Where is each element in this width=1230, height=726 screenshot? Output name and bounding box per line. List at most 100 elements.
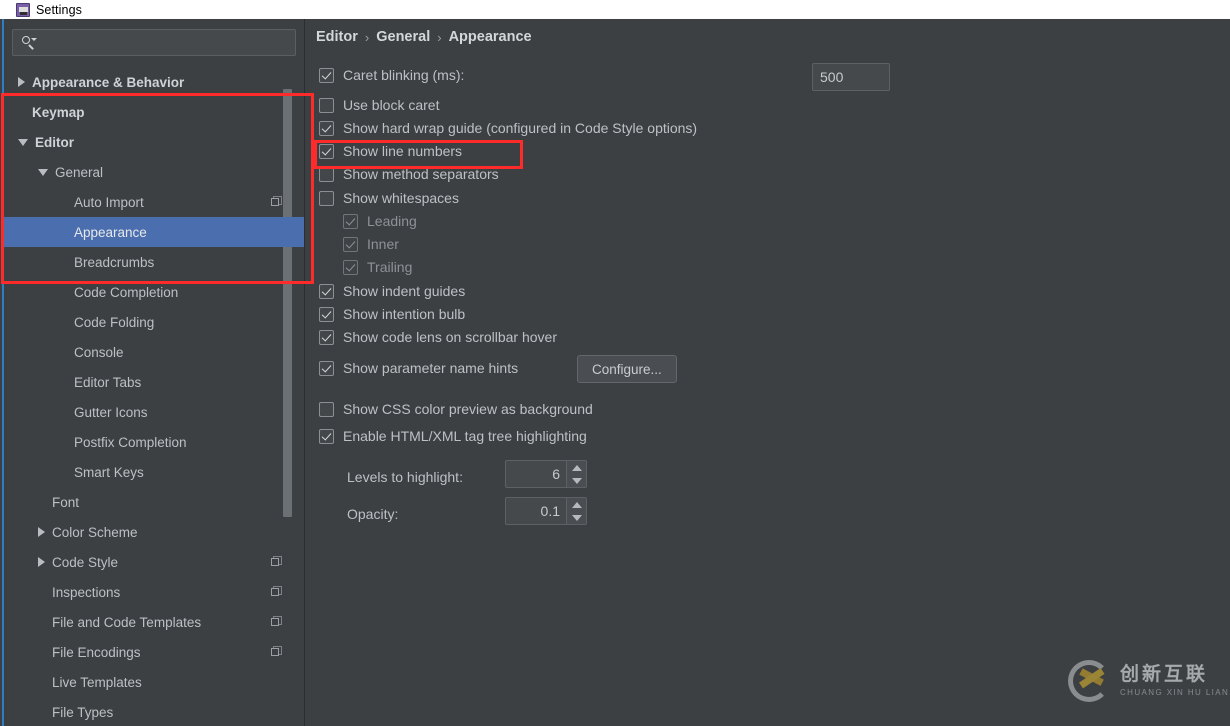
settings-tree: Appearance & Behavior Keymap Editor General… [4,67,304,726]
chevron-down-icon[interactable] [18,138,28,146]
show-css-color-preview-checkbox[interactable] [319,401,334,417]
chevron-right-icon[interactable] [38,557,45,567]
option-use-block-caret[interactable]: Use block caret [319,97,439,113]
show-line-numbers-label: Show line numbers [343,143,463,159]
sidebar-item-label: Smart Keys [74,464,144,480]
caret-blinking-input[interactable] [812,63,890,91]
sidebar-item-label: Appearance & Behavior [32,74,185,90]
option-show-parameter-name-hints[interactable]: Show parameter name hints [319,360,518,376]
chevron-right-icon[interactable] [18,77,25,87]
sidebar-item-label: General [55,164,104,180]
inner-label: Inner [367,236,399,252]
sidebar-item-label: Postfix Completion [74,434,187,450]
sidebar-item-editor[interactable]: Editor [4,127,304,157]
option-show-indent-guides[interactable]: Show indent guides [319,283,465,299]
trailing-checkbox[interactable] [343,259,358,275]
chevron-down-icon[interactable] [38,168,48,176]
enable-tag-tree-highlighting-label: Enable HTML/XML tag tree highlighting [343,428,587,444]
watermark-pinyin-text: CHUANG XIN HU LIAN [1120,687,1230,697]
show-hard-wrap-guide-checkbox[interactable] [319,120,334,136]
breadcrumb-item[interactable]: Editor [316,29,358,45]
option-show-code-lens[interactable]: Show code lens on scrollbar hover [319,329,557,345]
sidebar-item-code-style[interactable]: Code Style [4,547,304,577]
levels-to-highlight-label: Levels to highlight: [347,469,463,485]
caret-blinking-checkbox[interactable] [319,67,334,83]
option-show-intention-bulb[interactable]: Show intention bulb [319,306,465,322]
option-show-css-color-preview[interactable]: Show CSS color preview as background [319,401,593,417]
levels-to-highlight-input[interactable] [506,461,566,487]
opacity-spinner-up-icon[interactable] [567,498,586,511]
sidebar-item-code-folding[interactable]: Code Folding [4,307,304,337]
sidebar-item-gutter-icons[interactable]: Gutter Icons [4,397,304,427]
levels-spinner-buttons [566,461,586,487]
levels-to-highlight-spinner[interactable] [505,460,587,488]
sidebar-item-font[interactable]: Font [4,487,304,517]
sidebar-item-breadcrumbs[interactable]: Breadcrumbs [4,247,304,277]
appearance-settings-panel: Editor › General › Appearance Caret blinking… [305,19,1230,726]
show-hard-wrap-guide-label: Show hard wrap guide (configured in Code… [343,120,698,136]
option-show-line-numbers[interactable]: Show line numbers [319,143,462,159]
breadcrumb-item[interactable]: Appearance [449,29,532,45]
sidebar-item-appearance-behavior[interactable]: Appearance & Behavior [4,67,304,97]
copy-settings-icon [271,196,282,207]
option-trailing[interactable]: Trailing [343,259,412,275]
search-icon[interactable] [21,35,37,51]
show-method-separators-checkbox[interactable] [319,166,334,182]
levels-spinner-up-icon[interactable] [567,461,586,474]
enable-tag-tree-highlighting-checkbox[interactable] [319,428,334,444]
breadcrumb: Editor › General › Appearance [316,29,532,45]
use-block-caret-checkbox[interactable] [319,97,334,113]
breadcrumb-item[interactable]: General [376,29,430,45]
copy-settings-icon [271,556,282,567]
sidebar-item-inspections[interactable]: Inspections [4,577,304,607]
opacity-label: Opacity: [347,506,399,522]
sidebar-item-file-types[interactable]: File Types [4,697,304,726]
sidebar-item-smart-keys[interactable]: Smart Keys [4,457,304,487]
window-title: Settings [36,2,82,17]
option-show-method-separators[interactable]: Show method separators [319,166,499,182]
inner-checkbox[interactable] [343,236,358,252]
sidebar-item-color-scheme[interactable]: Color Scheme [4,517,304,547]
levels-spinner-down-icon[interactable] [567,474,586,487]
sidebar-item-keymap[interactable]: Keymap [4,97,304,127]
show-code-lens-checkbox[interactable] [319,329,334,345]
sidebar-item-auto-import[interactable]: Auto Import [4,187,304,217]
watermark-logo-icon [1068,660,1110,702]
sidebar-item-appearance[interactable]: Appearance [4,217,304,247]
show-intention-bulb-checkbox[interactable] [319,306,334,322]
sidebar-item-general[interactable]: General [4,157,304,187]
sidebar-item-label: Keymap [32,104,85,120]
opacity-input[interactable] [506,498,566,524]
search-field-wrapper[interactable] [12,29,296,56]
option-show-whitespaces[interactable]: Show whitespaces [319,190,459,206]
settings-window: Settings Appearance & Behavior Keymap Edit… [0,0,1230,726]
option-enable-tag-tree-highlighting[interactable]: Enable HTML/XML tag tree highlighting [319,428,587,444]
watermark: 创新互联 CHUANG XIN HU LIAN [1068,660,1229,702]
show-parameter-name-hints-checkbox[interactable] [319,360,334,376]
settings-app-icon [16,2,30,17]
trailing-label: Trailing [367,259,413,275]
sidebar-item-file-encodings[interactable]: File Encodings [4,637,304,667]
show-indent-guides-checkbox[interactable] [319,283,334,299]
breadcrumb-separator: › [437,29,442,45]
option-caret-blinking[interactable]: Caret blinking (ms): [319,67,464,83]
sidebar-item-label: Breadcrumbs [74,254,155,270]
sidebar-item-console[interactable]: Console [4,337,304,367]
option-inner[interactable]: Inner [343,236,399,252]
option-leading[interactable]: Leading [343,213,417,229]
sidebar-item-postfix-completion[interactable]: Postfix Completion [4,427,304,457]
opacity-spinner[interactable] [505,497,587,525]
sidebar-item-label: Gutter Icons [74,404,148,420]
opacity-spinner-down-icon[interactable] [567,511,586,524]
configure-button[interactable]: Configure... [577,355,677,383]
show-line-numbers-checkbox[interactable] [319,143,334,159]
sidebar-item-code-completion[interactable]: Code Completion [4,277,304,307]
option-show-hard-wrap-guide[interactable]: Show hard wrap guide (configured in Code… [319,120,697,136]
sidebar-item-live-templates[interactable]: Live Templates [4,667,304,697]
sidebar-item-editor-tabs[interactable]: Editor Tabs [4,367,304,397]
leading-checkbox[interactable] [343,213,358,229]
sidebar-item-file-and-code-templates[interactable]: File and Code Templates [4,607,304,637]
chevron-right-icon[interactable] [38,527,45,537]
show-whitespaces-checkbox[interactable] [319,190,334,206]
search-input[interactable] [37,30,295,55]
